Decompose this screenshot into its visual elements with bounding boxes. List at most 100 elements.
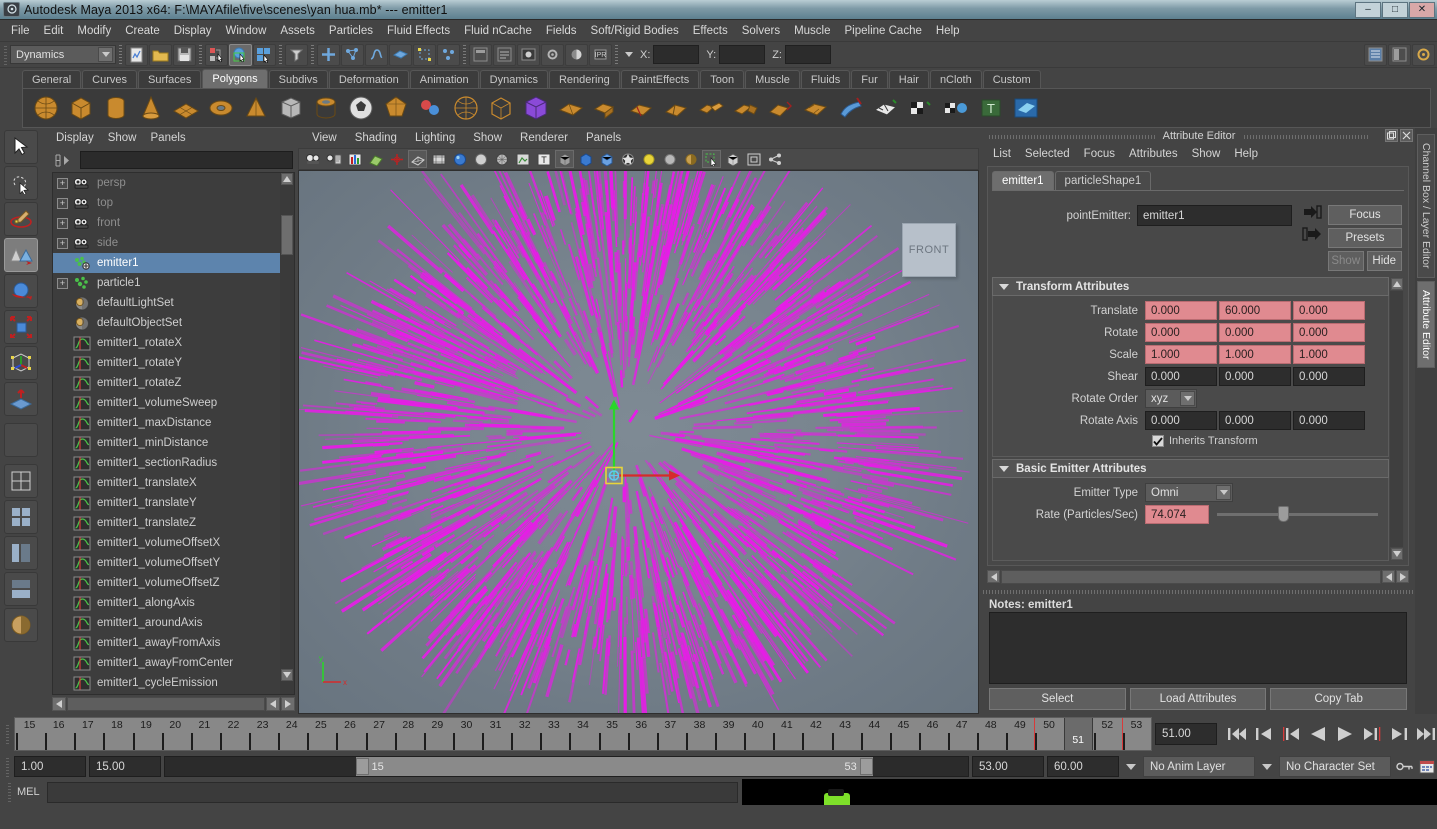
menu-item-pipeline-cache[interactable]: Pipeline Cache: [838, 23, 929, 39]
soft-modification-tool-icon[interactable]: [4, 382, 38, 416]
translate-y-field[interactable]: 60.000: [1219, 301, 1291, 320]
animation-start-field[interactable]: 1.00: [14, 756, 86, 777]
animation-preferences-icon[interactable]: [1417, 760, 1437, 774]
shelf-tab-ncloth[interactable]: nCloth: [930, 70, 982, 88]
emitter-collapse-triangle-icon[interactable]: [999, 466, 1009, 472]
play-backwards-icon[interactable]: [1307, 723, 1329, 745]
polygon-mirror-icon[interactable]: [729, 92, 762, 125]
y-input-field[interactable]: [719, 45, 765, 64]
outliner-item[interactable]: +particle1: [53, 273, 294, 293]
attribute-editor-toggle[interactable]: [493, 44, 516, 66]
select-by-hierarchy-button[interactable]: [205, 44, 228, 66]
new-scene-button[interactable]: [125, 44, 148, 66]
texture-display-icon[interactable]: [513, 150, 532, 168]
polygon-checker3-icon[interactable]: [939, 92, 972, 125]
range-start-handle[interactable]: [356, 758, 369, 775]
ae-scroll-up-icon[interactable]: [1391, 278, 1403, 290]
shelf-tab-painteffects[interactable]: PaintEffects: [621, 70, 700, 88]
ae-tab-particleShape1[interactable]: particleShape1: [1055, 171, 1152, 190]
polygon-bridge-icon[interactable]: [694, 92, 727, 125]
outliner-item[interactable]: emitter1_awayFromAxis: [53, 633, 294, 653]
menu-item-window[interactable]: Window: [218, 23, 273, 39]
ae-close-icon[interactable]: [1400, 129, 1413, 142]
mel-command-input[interactable]: [47, 782, 738, 803]
hypershade-button[interactable]: [565, 44, 588, 66]
auto-key-icon[interactable]: [1394, 760, 1414, 773]
save-scene-button[interactable]: [173, 44, 196, 66]
ae-menu-help[interactable]: Help: [1234, 148, 1258, 160]
outliner-item[interactable]: +front: [53, 213, 294, 233]
character-set-chevron-down-icon[interactable]: [1262, 764, 1272, 770]
anim-layer-selector[interactable]: No Anim Layer: [1143, 756, 1255, 777]
outliner-item[interactable]: emitter1_rotateY: [53, 353, 294, 373]
viewport-menu-panels[interactable]: Panels: [586, 132, 621, 144]
transform-attributes-header[interactable]: Transform Attributes: [992, 277, 1389, 296]
outliner-item[interactable]: +side: [53, 233, 294, 253]
ipr-render-button[interactable]: IPR: [589, 44, 612, 66]
ae-menu-selected[interactable]: Selected: [1025, 148, 1070, 160]
outliner-menu-display[interactable]: Display: [56, 132, 94, 144]
rotate-tool-icon[interactable]: [4, 274, 38, 308]
emitter-type-chevron-down-icon[interactable]: [1216, 485, 1231, 500]
outliner-item[interactable]: defaultLightSet: [53, 293, 294, 313]
render-settings-button[interactable]: [541, 44, 564, 66]
high-quality-render-icon[interactable]: [618, 150, 637, 168]
menu-item-help[interactable]: Help: [929, 23, 967, 39]
outliner-item[interactable]: emitter1_alongAxis: [53, 593, 294, 613]
shear-x-field[interactable]: 0.000: [1145, 367, 1217, 386]
xray-shading-icon[interactable]: [555, 150, 574, 168]
outliner-item[interactable]: emitter1_cycleEmission: [53, 673, 294, 693]
focus-button[interactable]: Focus: [1328, 205, 1402, 225]
select-camera-icon[interactable]: [303, 150, 322, 168]
wireframe-shading-icon[interactable]: [408, 150, 427, 168]
menu-set-selector[interactable]: Dynamics: [10, 45, 116, 64]
ae-menu-show[interactable]: Show: [1192, 148, 1221, 160]
smooth-shade-icon[interactable]: [429, 150, 448, 168]
ae-scroll-right-icon[interactable]: [1396, 570, 1409, 583]
outliner-horizontal-scrollbar[interactable]: [52, 696, 295, 712]
move-tool-icon[interactable]: [4, 238, 38, 272]
viewport-menu-show[interactable]: Show: [473, 132, 502, 144]
shear-y-field[interactable]: 0.000: [1219, 367, 1291, 386]
horizontal-scroll-track[interactable]: [67, 697, 265, 711]
shelf-tab-fluids[interactable]: Fluids: [801, 70, 850, 88]
hypershade-layout-icon[interactable]: [4, 608, 38, 642]
xray-joints-icon[interactable]: [576, 150, 595, 168]
toolbar-grip[interactable]: [2, 44, 9, 66]
menu-item-display[interactable]: Display: [167, 23, 219, 39]
select-button[interactable]: Select: [989, 688, 1126, 710]
minimize-button[interactable]: –: [1355, 2, 1381, 18]
bookmarks-icon[interactable]: [345, 150, 364, 168]
expand-icon[interactable]: +: [57, 198, 68, 209]
outliner-list[interactable]: +persp+top+front+sideemitter1+particle1d…: [52, 172, 295, 695]
scale-tool-icon[interactable]: [4, 310, 38, 344]
step-forward-frame-icon[interactable]: [1361, 723, 1383, 745]
ae-scroll-left-icon[interactable]: [987, 570, 1000, 583]
show-attribute-editor-button[interactable]: [1388, 44, 1411, 66]
outliner-item[interactable]: emitter1_volumeSweep: [53, 393, 294, 413]
outliner-item[interactable]: emitter1_translateY: [53, 493, 294, 513]
shelf-tab-toon[interactable]: Toon: [700, 70, 744, 88]
rotate-z-field[interactable]: 0.000: [1293, 323, 1365, 342]
range-end-handle[interactable]: [860, 758, 873, 775]
shelf-tab-dynamics[interactable]: Dynamics: [480, 70, 548, 88]
step-back-keyframe-icon[interactable]: [1253, 723, 1275, 745]
menu-item-effects[interactable]: Effects: [686, 23, 735, 39]
scroll-right-arrow-icon[interactable]: [281, 697, 295, 711]
rotate-x-field[interactable]: 0.000: [1145, 323, 1217, 342]
chevron-down-icon[interactable]: [98, 47, 113, 62]
inherits-transform-checkbox[interactable]: [1152, 435, 1164, 447]
four-pane-layout-icon[interactable]: [4, 500, 38, 534]
character-set-selector[interactable]: No Character Set: [1279, 756, 1391, 777]
polygon-pyramid-icon[interactable]: [274, 92, 307, 125]
smooth-shade-all-icon[interactable]: [450, 150, 469, 168]
menu-item-muscle[interactable]: Muscle: [787, 23, 837, 39]
rail-tab-attribute-editor[interactable]: Attribute Editor: [1417, 281, 1435, 368]
shadows-icon[interactable]: [681, 150, 700, 168]
polygon-pipe-icon[interactable]: [309, 92, 342, 125]
menu-item-particles[interactable]: Particles: [322, 23, 380, 39]
render-view-button[interactable]: [517, 44, 540, 66]
shelf-tab-rendering[interactable]: Rendering: [549, 70, 620, 88]
isolate-select-icon[interactable]: [702, 150, 721, 168]
shelf-tab-deformation[interactable]: Deformation: [329, 70, 409, 88]
